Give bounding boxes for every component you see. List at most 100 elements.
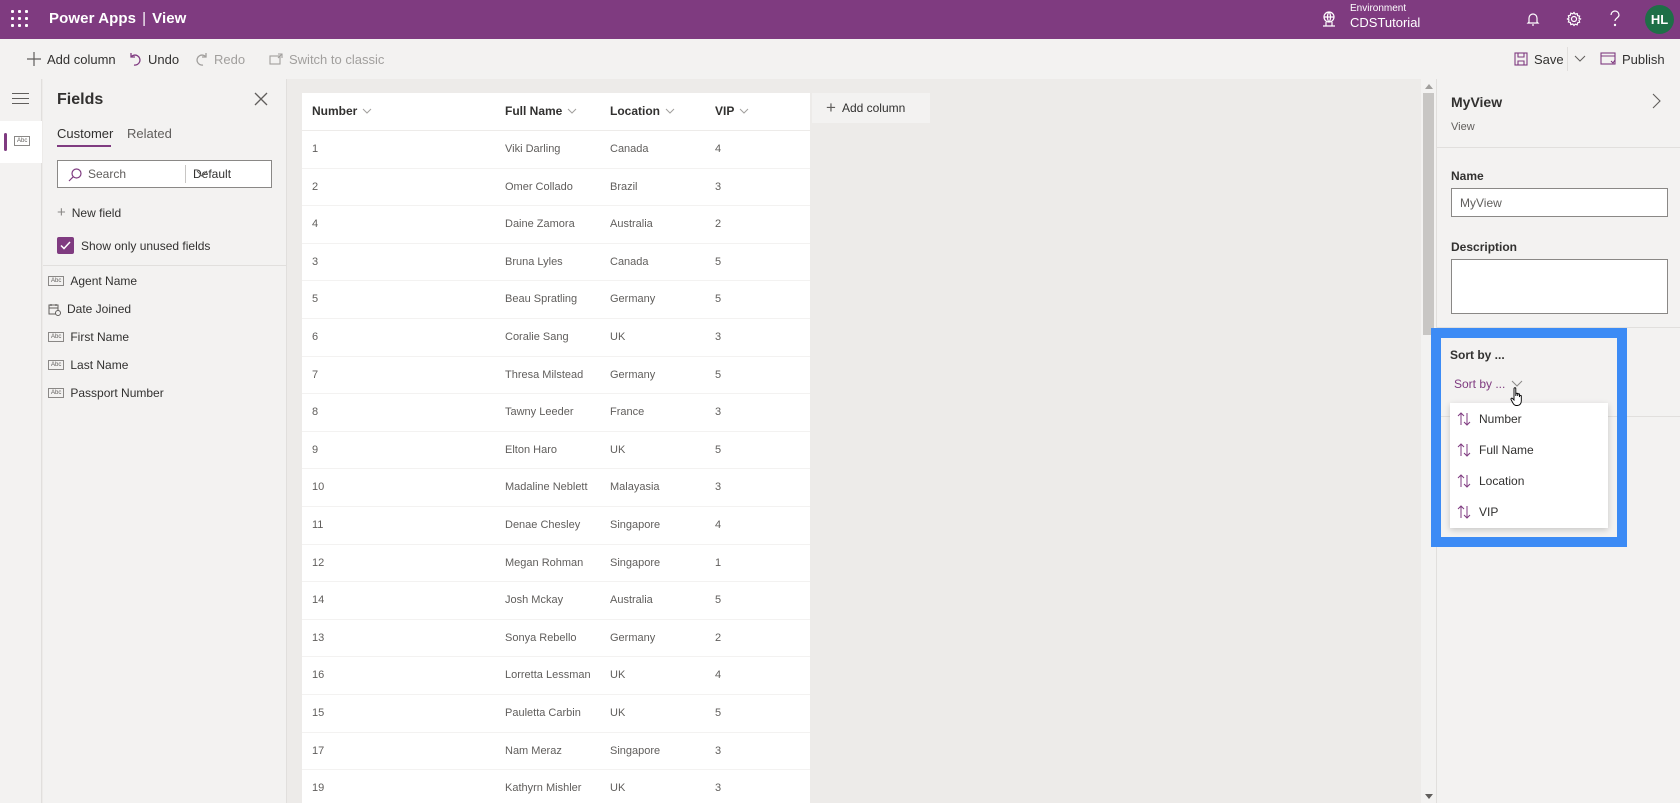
table-row[interactable]: 2 Omer Collado Brazil 3: [302, 169, 810, 207]
cell-vip: 5: [715, 707, 722, 719]
cell-number: 17: [312, 744, 325, 757]
cell-full-name: Elton Haro: [505, 443, 557, 456]
cell-location: UK: [610, 782, 626, 795]
settings-gear-icon[interactable]: [1563, 8, 1585, 30]
column-header-full-name[interactable]: Full Name: [505, 104, 577, 118]
field-item[interactable]: Abc Last Name: [48, 355, 128, 375]
checkbox-checked[interactable]: [57, 237, 74, 254]
hamburger-menu-icon[interactable]: [12, 93, 29, 107]
table-row[interactable]: 1 Viki Darling Canada 4: [302, 131, 810, 169]
cell-vip: 3: [715, 744, 722, 757]
cell-vip: 3: [715, 180, 722, 193]
field-item[interactable]: Abc First Name: [48, 327, 129, 347]
table-row[interactable]: 14 Josh Mckay Australia 5: [302, 582, 810, 620]
cell-full-name: Coralie Sang: [505, 331, 569, 343]
new-field-button[interactable]: + New field: [57, 204, 121, 221]
cell-location: Australia: [610, 594, 653, 607]
undo-button[interactable]: Undo: [129, 50, 179, 68]
cell-vip: 3: [715, 406, 722, 419]
view-data-grid: Number Full Name Location VIP 1 Viki Darl…: [302, 93, 810, 803]
date-field-icon: [48, 303, 61, 316]
table-row[interactable]: 5 Beau Spratling Germany 5: [302, 281, 810, 319]
cell-location: Malayasia: [610, 481, 660, 494]
cell-full-name: Pauletta Carbin: [505, 707, 581, 719]
help-icon[interactable]: [1604, 8, 1626, 30]
cell-number: 16: [312, 669, 325, 682]
cell-full-name: Sonya Rebello: [505, 631, 577, 644]
description-textarea[interactable]: [1451, 259, 1668, 314]
cell-full-name: Daine Zamora: [505, 218, 575, 231]
environment-name[interactable]: CDSTutorial: [1350, 15, 1420, 30]
cell-vip: 5: [715, 368, 722, 381]
scrollbar-thumb[interactable]: [1423, 93, 1434, 335]
table-row[interactable]: 12 Megan Rohman Singapore 1: [302, 545, 810, 583]
add-column-button[interactable]: Add column: [27, 50, 116, 68]
field-item[interactable]: Abc Agent Name: [48, 271, 137, 291]
sort-option-full-name[interactable]: Full Name: [1450, 434, 1608, 465]
column-header-number[interactable]: Number: [312, 104, 372, 118]
search-input[interactable]: [88, 166, 178, 182]
table-row[interactable]: 13 Sonya Rebello Germany 2: [302, 620, 810, 658]
sort-arrows-icon: [1457, 411, 1471, 426]
column-header-vip[interactable]: VIP: [715, 104, 749, 118]
table-row[interactable]: 8 Tawny Leeder France 3: [302, 394, 810, 432]
redo-button[interactable]: Redo: [195, 50, 245, 68]
close-icon[interactable]: [254, 92, 268, 106]
user-avatar[interactable]: HL: [1645, 5, 1674, 34]
cell-full-name: Bruna Lyles: [505, 255, 563, 268]
sort-option-number[interactable]: Number: [1450, 403, 1608, 434]
table-row[interactable]: 10 Madaline Neblett Malayasia 3: [302, 469, 810, 507]
notifications-icon[interactable]: [1522, 8, 1544, 30]
table-row[interactable]: 16 Lorretta Lessman UK 4: [302, 657, 810, 695]
cell-location: Germany: [610, 293, 656, 306]
divider: [1567, 47, 1568, 71]
table-row[interactable]: 9 Elton Haro UK 5: [302, 432, 810, 470]
scroll-down-arrow-icon[interactable]: [1425, 794, 1433, 799]
add-column-grid-button[interactable]: + Add column: [812, 93, 930, 123]
tab-related[interactable]: Related: [127, 126, 172, 141]
field-item[interactable]: Date Joined: [48, 299, 131, 319]
save-options-chevron[interactable]: [1574, 50, 1592, 68]
table-row[interactable]: 3 Bruna Lyles Canada 5: [302, 244, 810, 282]
column-header-location[interactable]: Location: [610, 104, 675, 118]
table-row[interactable]: 7 Thresa Milstead Germany 5: [302, 357, 810, 395]
chevron-right-icon[interactable]: [1649, 93, 1663, 109]
cell-full-name: Megan Rohman: [505, 556, 584, 569]
save-button[interactable]: Save: [1514, 50, 1564, 68]
view-title: MyView: [1451, 94, 1503, 110]
sort-option-location[interactable]: Location: [1450, 465, 1608, 496]
cell-location: Canada: [610, 143, 649, 155]
table-row[interactable]: 6 Coralie Sang UK 3: [302, 319, 810, 357]
table-row[interactable]: 17 Nam Meraz Singapore 3: [302, 733, 810, 771]
name-input[interactable]: [1451, 188, 1668, 217]
table-row[interactable]: 11 Denae Chesley Singapore 4: [302, 507, 810, 545]
field-filter-dropdown[interactable]: Default: [186, 161, 272, 187]
tab-customer[interactable]: Customer: [57, 126, 113, 141]
switch-to-classic-button[interactable]: Switch to classic: [269, 50, 384, 68]
cell-full-name: Kathyrn Mishler: [505, 782, 582, 795]
app-title: Power Apps | View: [49, 10, 187, 27]
text-field-icon: Abc: [48, 276, 65, 286]
table-row[interactable]: 19 Kathyrn Mishler UK 3: [302, 770, 810, 803]
chevron-down-icon: [196, 170, 208, 177]
divider: [43, 265, 286, 266]
rail-item-fields[interactable]: Abc: [0, 121, 42, 163]
cell-full-name: Thresa Milstead: [505, 368, 584, 381]
app-launcher-icon[interactable]: [11, 10, 29, 28]
show-unused-fields-checkbox[interactable]: Show only unused fields: [57, 237, 210, 254]
scroll-up-arrow-icon[interactable]: [1425, 84, 1433, 89]
hand-pointer-cursor-icon: [1510, 387, 1522, 406]
table-row[interactable]: 15 Pauletta Carbin UK 5: [302, 695, 810, 733]
field-item[interactable]: Abc Passport Number: [48, 383, 164, 403]
sort-option-vip[interactable]: VIP: [1450, 496, 1608, 527]
undo-icon: [130, 53, 141, 66]
text-field-icon: Abc: [14, 136, 31, 146]
cell-vip: 2: [715, 631, 722, 644]
cell-vip: 4: [715, 669, 722, 682]
sort-arrows-icon: [1457, 473, 1471, 488]
cell-number: 3: [312, 255, 319, 268]
sort-arrows-icon: [1457, 504, 1471, 519]
table-row[interactable]: 4 Daine Zamora Australia 2: [302, 206, 810, 244]
cell-location: Germany: [610, 631, 656, 644]
publish-button[interactable]: Publish: [1600, 50, 1665, 68]
